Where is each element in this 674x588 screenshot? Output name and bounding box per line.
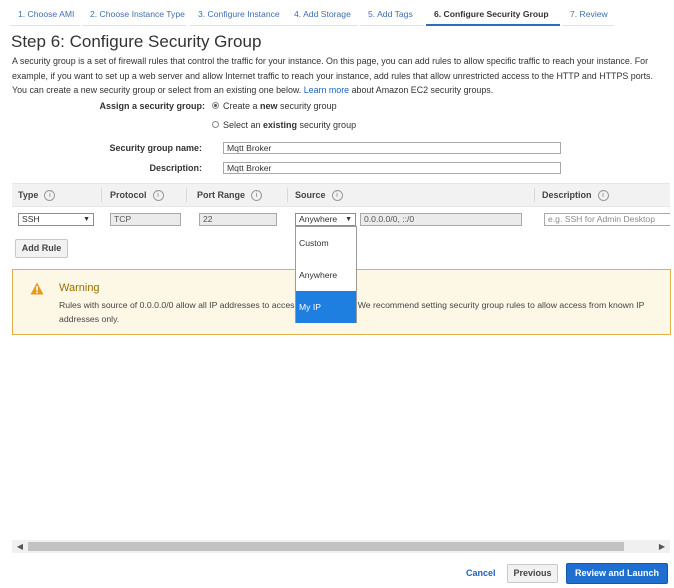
warning-title: Warning <box>59 282 100 294</box>
source-cidr-field[interactable]: 0.0.0.0/0, ::/0 <box>360 213 522 226</box>
header-description: Description i <box>542 184 609 206</box>
previous-button[interactable]: Previous <box>507 564 558 583</box>
step-configure-instance[interactable]: 3. Configure Instance <box>190 0 286 26</box>
select-existing-post: security group <box>297 120 357 130</box>
source-option-anywhere[interactable]: Anywhere <box>296 259 356 291</box>
security-group-name-label: Security group name: <box>109 143 202 153</box>
scroll-left-icon[interactable]: ◀ <box>14 540 26 553</box>
wizard-steps: 1. Choose AMI 2. Choose Instance Type 3.… <box>10 0 614 27</box>
port-range-field: 22 <box>199 213 277 226</box>
step-choose-instance-type[interactable]: 2. Choose Instance Type <box>82 0 186 26</box>
step-add-storage[interactable]: 4. Add Storage <box>286 0 358 26</box>
header-type: Type i <box>18 184 56 206</box>
header-port-range: Port Range i <box>197 184 263 206</box>
info-icon[interactable]: i <box>251 190 263 202</box>
info-icon[interactable]: i <box>331 190 343 202</box>
column-divider[interactable] <box>287 188 288 202</box>
intro-tail: about Amazon EC2 security groups. <box>351 85 494 95</box>
source-select-value: Anywhere <box>299 214 338 224</box>
info-icon[interactable]: i <box>152 190 164 202</box>
create-new-bold: new <box>260 101 278 111</box>
type-select[interactable]: SSH ▼ <box>18 213 94 226</box>
security-group-name-input[interactable]: Mqtt Broker <box>223 142 561 154</box>
column-divider[interactable] <box>534 188 535 202</box>
header-type-text: Type <box>18 190 39 200</box>
page-title: Step 6: Configure Security Group <box>11 32 262 51</box>
step-choose-ami[interactable]: 1. Choose AMI <box>10 0 80 26</box>
warning-text: Rules with source of 0.0.0.0/0 allow all… <box>59 300 645 324</box>
create-new-post: security group <box>277 101 337 111</box>
select-existing-bold: existing <box>263 120 298 130</box>
rule-description-input[interactable]: e.g. SSH for Admin Desktop <box>544 213 670 226</box>
source-option-my-ip[interactable]: My IP <box>296 291 356 323</box>
review-and-launch-button[interactable]: Review and Launch <box>566 563 668 584</box>
description-input[interactable]: Mqtt Broker <box>223 162 561 174</box>
source-dropdown-menu: Custom Anywhere My IP <box>295 226 357 323</box>
rule-description-placeholder: e.g. SSH for Admin Desktop <box>548 214 655 224</box>
header-protocol: Protocol i <box>110 184 164 206</box>
header-protocol-text: Protocol <box>110 190 147 200</box>
step-review[interactable]: 7. Review <box>562 0 614 26</box>
scrollbar-thumb[interactable] <box>28 542 624 551</box>
assign-label: Assign a security group: <box>99 101 205 111</box>
column-divider[interactable] <box>186 188 187 202</box>
info-icon[interactable]: i <box>597 190 609 202</box>
step-configure-security-group[interactable]: 6. Configure Security Group <box>426 0 560 26</box>
type-select-value: SSH <box>22 214 40 224</box>
horizontal-scrollbar[interactable]: ◀ ▶ <box>12 540 670 553</box>
header-description-text: Description <box>542 190 592 200</box>
header-port-range-text: Port Range <box>197 190 246 200</box>
step-add-tags[interactable]: 5. Add Tags <box>360 0 424 26</box>
select-existing-pre: Select an <box>223 120 264 130</box>
warning-icon <box>30 282 44 295</box>
description-label: Description: <box>149 163 202 173</box>
scroll-right-icon[interactable]: ▶ <box>656 540 668 553</box>
column-divider[interactable] <box>101 188 102 202</box>
source-option-custom[interactable]: Custom <box>296 227 356 259</box>
radio-select-existing[interactable] <box>212 121 219 128</box>
protocol-field: TCP <box>110 213 181 226</box>
learn-more-link[interactable]: Learn more <box>304 85 349 95</box>
create-new-pre: Create a <box>223 101 261 111</box>
cancel-link[interactable]: Cancel <box>466 568 496 578</box>
info-icon[interactable]: i <box>44 190 56 202</box>
add-rule-button[interactable]: Add Rule <box>15 239 68 258</box>
source-select[interactable]: Anywhere ▼ <box>295 213 356 226</box>
header-source-text: Source <box>295 190 326 200</box>
radio-create-new[interactable] <box>212 102 219 109</box>
header-source: Source i <box>295 184 343 206</box>
dropdown-arrow-icon: ▼ <box>83 216 90 223</box>
intro-paragraph: A security group is a set of firewall ru… <box>12 54 667 98</box>
dropdown-arrow-icon: ▼ <box>345 216 352 223</box>
radio-create-new-label[interactable]: Create a new security group <box>223 101 337 111</box>
rules-table-header: Type i Protocol i Port Range i Source i Desc… <box>12 183 670 207</box>
radio-select-existing-label[interactable]: Select an existing security group <box>223 120 356 130</box>
